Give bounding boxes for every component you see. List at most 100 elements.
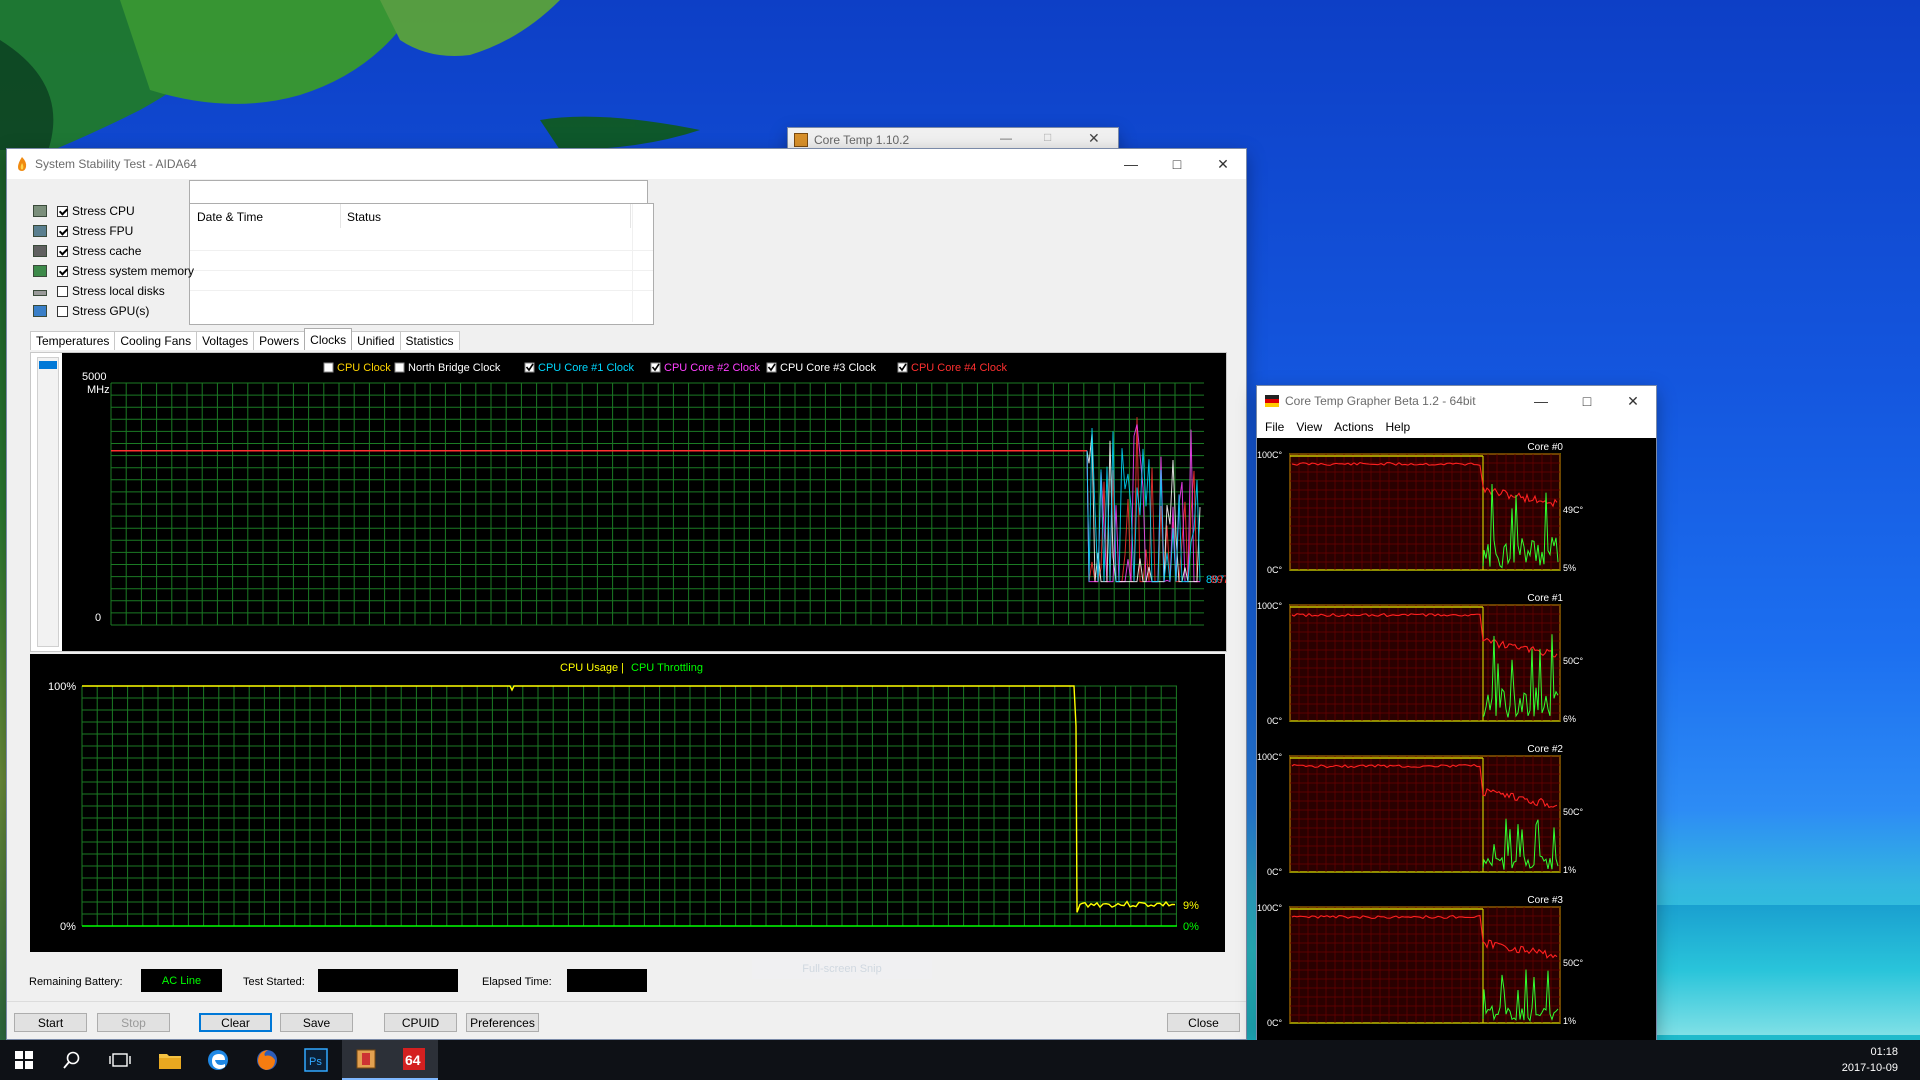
button-separator — [7, 1001, 1246, 1002]
stress-gpu-row[interactable]: Stress GPU(s) — [33, 301, 149, 321]
taskbar: Ps 64 01:18 2017-10-09 — [0, 1040, 1920, 1080]
core-name-0: Core #0 — [1527, 442, 1563, 453]
clear-button[interactable]: Clear — [199, 1013, 272, 1032]
core-name-2: Core #2 — [1527, 744, 1563, 755]
tab-powers[interactable]: Powers — [253, 331, 306, 350]
core-graph-0: Core #0 100C° 0C° 49C° 5% — [1257, 442, 1584, 575]
log-header-status[interactable]: Status — [347, 210, 381, 224]
stress-cpu-label: Stress CPU — [72, 204, 135, 218]
tab-unified[interactable]: Unified — [351, 331, 401, 350]
save-button[interactable]: Save — [280, 1013, 353, 1032]
menu-actions[interactable]: Actions — [1334, 420, 1373, 434]
close-icon[interactable]: ✕ — [1088, 130, 1100, 147]
taskbar-coretemp[interactable] — [342, 1040, 390, 1080]
legend-label-2: CPU Core #1 Clock — [538, 362, 634, 374]
legend-checkbox-0[interactable] — [323, 362, 334, 373]
clock-time[interactable]: 01:18 — [1870, 1046, 1898, 1058]
taskbar-firefox[interactable] — [243, 1040, 291, 1080]
cpu-usage-chart: CPU Usage | CPU Throttling 100% 0% 9% 0% — [30, 654, 1225, 952]
stress-disks-checkbox[interactable] — [57, 285, 68, 297]
maximize-icon[interactable]: □ — [1044, 130, 1051, 144]
stress-cache-checkbox[interactable] — [57, 245, 68, 257]
stress-disks-label: Stress local disks — [72, 284, 165, 298]
clock-chart: CPU Clock North Bridge Clock CPU Core #1 C… — [62, 353, 1226, 651]
clock-axis-min: 0 — [95, 612, 101, 624]
maximize-icon[interactable]: □ — [1564, 386, 1610, 416]
core-load-2: 1% — [1563, 865, 1576, 875]
stress-cache-row[interactable]: Stress cache — [33, 241, 141, 261]
tab-statistics[interactable]: Statistics — [399, 331, 460, 350]
clock-selector-highlight — [39, 361, 57, 369]
tab-cooling-fans[interactable]: Cooling Fans — [114, 331, 198, 350]
task-view-button[interactable] — [96, 1040, 144, 1080]
start-button[interactable]: Start — [14, 1013, 87, 1032]
stress-cpu-checkbox[interactable] — [57, 205, 68, 217]
stress-fpu-checkbox[interactable] — [57, 225, 68, 237]
tab-temperatures[interactable]: Temperatures — [30, 331, 116, 350]
minimize-icon[interactable]: — — [1108, 149, 1154, 179]
legend-checkbox-1[interactable] — [394, 362, 405, 373]
stress-memory-label: Stress system memory — [72, 264, 195, 278]
legend-label-0: CPU Clock — [337, 362, 391, 374]
start-menu-button[interactable] — [0, 1040, 48, 1080]
cache-icon — [33, 245, 47, 257]
tab-voltages[interactable]: Voltages — [196, 331, 255, 350]
core-top-0: 100C° — [1257, 450, 1283, 460]
menu-view[interactable]: View — [1296, 420, 1322, 434]
core-graph-3: Core #3 100C° 0C° 50C° 1% — [1257, 895, 1584, 1028]
svg-text:Ps: Ps — [309, 1056, 322, 1068]
stress-memory-row[interactable]: Stress system memory — [33, 261, 194, 281]
memory-icon — [33, 265, 47, 277]
log-header-datetime[interactable]: Date & Time — [197, 210, 263, 224]
grapher-titlebar[interactable]: Core Temp Grapher Beta 1.2 - 64bit — □ ✕ — [1257, 386, 1656, 416]
aida64-titlebar[interactable]: System Stability Test - AIDA64 — □ ✕ — [7, 149, 1246, 179]
battery-label: Remaining Battery: — [29, 976, 123, 988]
usage-axis-max: 100% — [48, 681, 76, 693]
cpuid-button[interactable]: CPUID — [384, 1013, 457, 1032]
stress-memory-checkbox[interactable] — [57, 265, 68, 277]
stress-cache-label: Stress cache — [72, 244, 142, 258]
taskbar-edge[interactable] — [194, 1040, 242, 1080]
minimize-icon[interactable]: — — [1518, 386, 1564, 416]
battery-value: AC Line — [141, 969, 222, 992]
stress-fpu-row[interactable]: Stress FPU — [33, 221, 133, 241]
tab-clocks[interactable]: Clocks — [304, 328, 353, 350]
log-table-panel: Date & Time Status — [189, 203, 654, 325]
core-load-3: 1% — [1563, 1016, 1576, 1026]
flame-icon — [18, 157, 27, 171]
stress-gpu-checkbox[interactable] — [57, 305, 68, 317]
firefox-icon — [257, 1050, 277, 1070]
core-graph-2: Core #2 100C° 0C° 50C° 1% — [1257, 744, 1584, 877]
taskbar-aida64[interactable]: 64 — [390, 1040, 438, 1080]
clock-date[interactable]: 2017-10-09 — [1842, 1062, 1898, 1074]
stress-cpu-row[interactable]: Stress CPU — [33, 201, 135, 221]
close-button[interactable]: Close — [1167, 1013, 1240, 1032]
stress-disks-row[interactable]: Stress local disks — [33, 281, 165, 301]
stop-button[interactable]: Stop — [97, 1013, 170, 1032]
preferences-button[interactable]: Preferences — [466, 1013, 539, 1032]
clock-axis-max: 5000 — [82, 371, 106, 383]
close-icon[interactable]: ✕ — [1610, 386, 1656, 416]
log-scrollbar[interactable] — [632, 204, 652, 322]
search-button[interactable] — [48, 1040, 96, 1080]
taskbar-photoshop[interactable]: Ps — [292, 1040, 340, 1080]
clock-selector-list[interactable] — [37, 357, 59, 647]
core-top-2: 100C° — [1257, 752, 1283, 762]
legend-separator: | — [621, 662, 624, 674]
photoshop-icon: Ps — [304, 1048, 328, 1072]
core-load-0: 5% — [1563, 563, 1576, 573]
taskbar-file-explorer[interactable] — [146, 1040, 194, 1080]
close-icon[interactable]: ✕ — [1200, 149, 1246, 179]
clock-grid — [110, 382, 1204, 626]
menu-file[interactable]: File — [1265, 420, 1284, 434]
stress-fpu-label: Stress FPU — [72, 224, 134, 238]
grapher-menubar: File View Actions Help — [1257, 416, 1656, 438]
core-bottom-2: 0C° — [1267, 867, 1283, 877]
desktop-palm-leaves — [0, 0, 700, 170]
maximize-icon[interactable]: □ — [1154, 149, 1200, 179]
minimize-icon[interactable]: — — [1000, 131, 1012, 145]
elapsed-time-value — [567, 969, 647, 992]
menu-help[interactable]: Help — [1386, 420, 1411, 434]
core-temp-2: 50C° — [1563, 807, 1584, 817]
stress-gpu-label: Stress GPU(s) — [72, 304, 150, 318]
